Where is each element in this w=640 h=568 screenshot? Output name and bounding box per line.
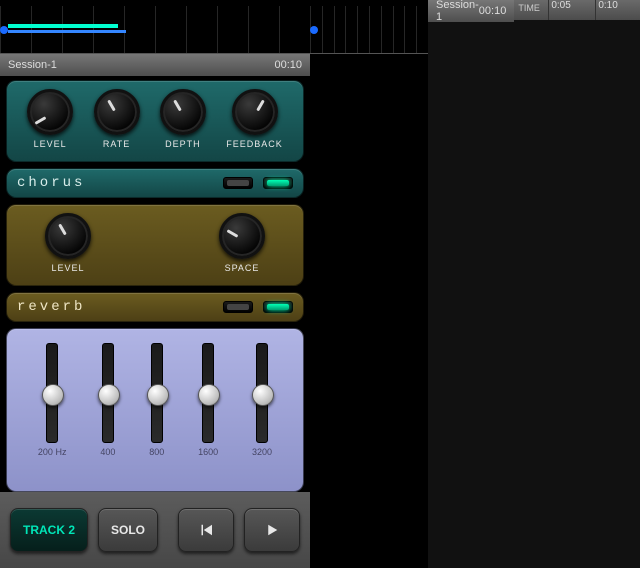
track-label: TRACK 2 <box>23 523 75 537</box>
mini-timeline[interactable] <box>0 0 310 54</box>
solo-label: SOLO <box>111 523 145 537</box>
reverb-level-knob[interactable] <box>45 213 91 259</box>
track-select-button[interactable]: TRACK 2 <box>10 508 88 552</box>
eq-slider-400hz[interactable] <box>102 343 114 443</box>
reverb-space-knob[interactable] <box>219 213 265 259</box>
session-name: Session-1 <box>8 59 57 71</box>
skip-back-icon <box>197 521 215 539</box>
eq-band-label: 400 <box>100 447 115 457</box>
session-bar-right: Session-1 00:10 <box>428 0 514 22</box>
chorus-bypass-toggle[interactable] <box>223 177 253 189</box>
knob-label: RATE <box>103 139 130 149</box>
track-blue-clip <box>8 30 126 33</box>
solo-button[interactable]: SOLO <box>98 508 158 552</box>
chorus-knob-panel: LEVEL RATE DEPTH FEEDBACK <box>6 80 304 162</box>
effects-pane: Session-1 00:10 LEVEL RATE DEPTH FEEDBAC… <box>0 0 310 568</box>
transport-bar-left: TRACK 2 SOLO <box>0 492 310 568</box>
eq-band-label: 200 Hz <box>38 447 67 457</box>
reverb-title: reverb <box>17 299 85 315</box>
rewind-button[interactable] <box>178 508 234 552</box>
eq-slider-200hz[interactable] <box>46 343 58 443</box>
play-icon <box>263 521 281 539</box>
knob-label: LEVEL <box>51 263 84 273</box>
playhead-dot[interactable] <box>310 26 318 34</box>
reverb-enable-toggle[interactable] <box>263 301 293 313</box>
chorus-enable-toggle[interactable] <box>263 177 293 189</box>
chorus-header: chorus <box>6 168 304 198</box>
ruler-tick: 0:05 <box>548 0 595 20</box>
chorus-depth-knob[interactable] <box>160 89 206 135</box>
eq-slider-1600hz[interactable] <box>202 343 214 443</box>
eq-band-label: 3200 <box>252 447 272 457</box>
session-name: Session-1 <box>436 0 479 23</box>
chorus-title: chorus <box>17 175 85 191</box>
time-ruler-label: TIME <box>518 3 540 13</box>
playhead-dot[interactable] <box>0 26 8 34</box>
reverb-bypass-toggle[interactable] <box>223 301 253 313</box>
knob-label: SPACE <box>225 263 260 273</box>
knob-label: FEEDBACK <box>226 139 283 149</box>
ruler-tick: 0:10 <box>595 0 640 20</box>
session-time: 00:10 <box>274 59 302 71</box>
eq-slider-3200hz[interactable] <box>256 343 268 443</box>
track-cyan-clip <box>8 24 118 28</box>
chorus-feedback-knob[interactable] <box>232 89 278 135</box>
timeline-pane <box>310 0 428 568</box>
time-ruler[interactable]: TIME 0:05 0:10 0:15 0:20 0:25 <box>514 0 640 20</box>
play-button[interactable] <box>244 508 300 552</box>
eq-slider-800hz[interactable] <box>151 343 163 443</box>
knob-label: LEVEL <box>34 139 67 149</box>
chorus-rate-knob[interactable] <box>94 89 140 135</box>
reverb-knob-panel: LEVEL SPACE <box>6 204 304 286</box>
session-bar: Session-1 00:10 <box>0 54 310 76</box>
session-time: 00:10 <box>479 5 507 17</box>
reverb-header: reverb <box>6 292 304 322</box>
effects-stack: LEVEL RATE DEPTH FEEDBACK chorus LEVEL S… <box>0 76 310 492</box>
chorus-level-knob[interactable] <box>27 89 73 135</box>
eq-band-label: 1600 <box>198 447 218 457</box>
eq-panel: 200 Hz 400 800 1600 3200 <box>6 328 304 492</box>
knob-label: DEPTH <box>165 139 201 149</box>
mini-timeline-right[interactable] <box>310 0 428 54</box>
eq-band-label: 800 <box>149 447 164 457</box>
